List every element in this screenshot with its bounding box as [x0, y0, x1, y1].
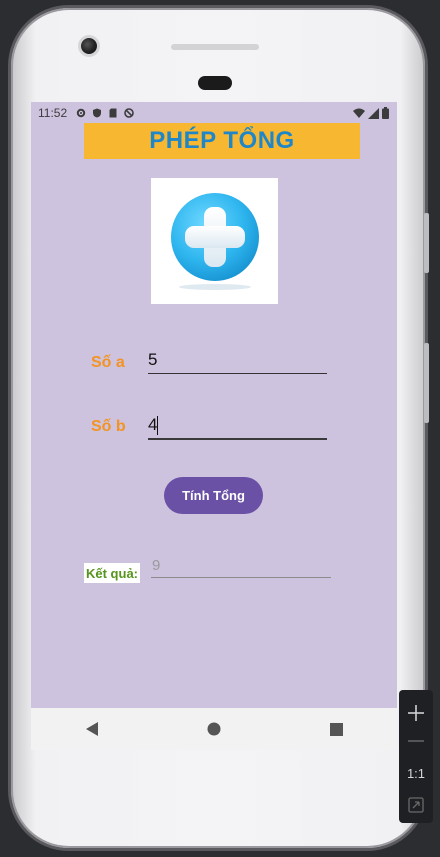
earpiece-grille	[171, 44, 259, 50]
result-label: Kết quả:	[84, 563, 140, 583]
input-so-b[interactable]: 4	[148, 412, 327, 440]
no-sync-icon	[124, 108, 134, 118]
speaker	[198, 76, 232, 90]
zoom-in-button[interactable]	[399, 696, 433, 730]
status-time: 11:52	[38, 106, 68, 120]
plus-image	[151, 178, 278, 304]
front-camera	[81, 38, 97, 54]
result-value: 9	[152, 557, 161, 574]
fit-screen-button[interactable]	[399, 790, 433, 820]
page-title: PHÉP TỔNG	[149, 127, 295, 154]
fit-screen-icon	[408, 797, 424, 813]
signal-icon	[368, 107, 379, 119]
title-banner: PHÉP TỔNG	[84, 123, 360, 159]
nav-recents-button[interactable]	[312, 714, 360, 744]
battery-icon	[382, 107, 389, 119]
zoom-out-icon	[408, 740, 424, 742]
recents-icon	[329, 722, 343, 736]
text-cursor	[157, 416, 158, 435]
volume-button	[424, 213, 429, 273]
tinh-tong-button[interactable]: Tính Tổng	[164, 477, 263, 514]
power-button	[424, 343, 429, 423]
sd-card-icon	[109, 108, 117, 118]
zoom-in-icon	[408, 705, 424, 721]
one-to-one-button[interactable]: 1:1	[399, 760, 433, 786]
shield-icon	[93, 108, 102, 118]
label-so-a: Số a	[91, 354, 125, 371]
navigation-bar	[31, 708, 397, 750]
app-screen: 11:52 PHÉP TỔNG Số a 5 Số b 4 Tính Tổng …	[31, 102, 397, 750]
input-so-a[interactable]: 5	[148, 348, 327, 374]
zoom-out-button[interactable]	[399, 726, 433, 756]
input-so-a-value: 5	[148, 350, 158, 369]
result-field: 9	[151, 556, 331, 578]
status-bar: 11:52	[31, 102, 397, 124]
emulator-toolbar: 1:1	[399, 690, 433, 823]
home-icon	[207, 722, 221, 736]
label-so-b: Số b	[91, 418, 126, 435]
plus-circle-icon	[170, 193, 259, 290]
gear-icon	[76, 108, 86, 118]
back-icon	[86, 722, 98, 736]
nav-back-button[interactable]	[68, 714, 116, 744]
wifi-icon	[353, 108, 365, 118]
nav-home-button[interactable]	[190, 714, 238, 744]
